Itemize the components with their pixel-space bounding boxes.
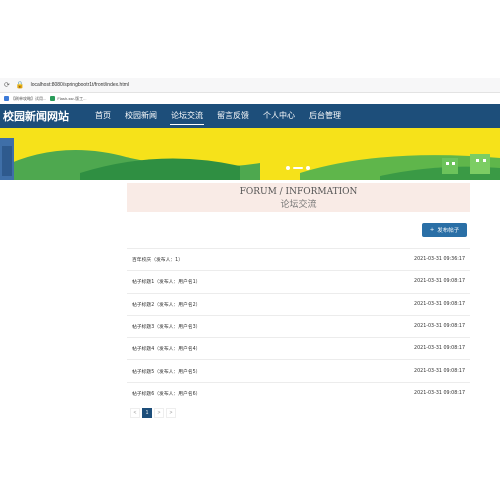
nav-item-profile[interactable]: 个人中心 [256, 104, 302, 128]
pagination: < 1 > > [130, 408, 176, 418]
browser-chrome: ⟳ 🔒 localhost:8080/springbootr1t/front/i… [0, 78, 500, 104]
post-row[interactable]: 百年校庆（发布人：1） 2021-03-31 09:36:17 [127, 248, 470, 270]
page-title-box: FORUM / INFORMATION 论坛交流 [127, 183, 470, 212]
page-number-button[interactable]: 1 [142, 408, 152, 418]
publish-post-label: 发布帖子 [437, 228, 460, 234]
bookmarks-bar: 【刷单攻略】试用... Flash-ssr-版工... [0, 93, 500, 104]
post-time: 2021-03-31 09:08:17 [414, 324, 465, 330]
post-row[interactable]: 帖子标题6（发布人：用户名6） 2021-03-31 09:08:17 [127, 381, 470, 404]
post-title[interactable]: 帖子标题6（发布人：用户名6） [132, 390, 200, 397]
post-list: 百年校庆（发布人：1） 2021-03-31 09:36:17 帖子标题1（发布人… [127, 248, 470, 404]
post-row[interactable]: 帖子标题4（发布人：用户名4） 2021-03-31 09:08:17 [127, 337, 470, 359]
next-page-button[interactable]: > [154, 408, 164, 418]
post-time: 2021-03-31 09:08:17 [414, 279, 465, 285]
nav-item-feedback[interactable]: 留言反馈 [210, 104, 256, 128]
page-title-cn: 论坛交流 [280, 200, 317, 210]
post-title[interactable]: 帖子标题2（发布人：用户名2） [132, 301, 200, 308]
post-title[interactable]: 百年校庆（发布人：1） [132, 256, 183, 263]
lock-icon: 🔒 [15, 82, 25, 89]
address-bar[interactable]: ⟳ 🔒 localhost:8080/springbootr1t/front/i… [0, 78, 500, 93]
post-row[interactable]: 帖子标题1（发布人：用户名1） 2021-03-31 09:08:17 [127, 270, 470, 292]
site-logo[interactable]: 校园新闻网站 [0, 108, 88, 124]
reload-icon[interactable]: ⟳ [4, 81, 10, 89]
banner-image [0, 128, 500, 180]
nav-item-home[interactable]: 首页 [88, 104, 118, 128]
post-time: 2021-03-31 09:08:17 [414, 368, 465, 374]
post-time: 2021-03-31 09:36:17 [414, 257, 465, 263]
last-page-button[interactable]: > [166, 408, 176, 418]
post-row[interactable]: 帖子标题3（发布人：用户名3） 2021-03-31 09:08:17 [127, 314, 470, 337]
prev-page-button[interactable]: < [130, 408, 140, 418]
post-row[interactable]: 帖子标题5（发布人：用户名5） 2021-03-31 09:08:17 [127, 359, 470, 381]
top-nav: 校园新闻网站 首页 校园新闻 论坛交流 留言反馈 个人中心 后台管理 [0, 104, 500, 128]
bookmark-icon [50, 96, 56, 101]
post-row[interactable]: 帖子标题2（发布人：用户名2） 2021-03-31 09:08:17 [127, 292, 470, 315]
plus-icon: + [429, 227, 435, 233]
url-text[interactable]: localhost:8080/springbootr1t/front/index… [31, 82, 129, 88]
publish-post-button[interactable]: + 发布帖子 [422, 223, 467, 237]
bookmark-item[interactable]: Flash-ssr-版工... [50, 96, 86, 102]
post-title[interactable]: 帖子标题4（发布人：用户名4） [132, 345, 200, 352]
post-time: 2021-03-31 09:08:17 [414, 301, 465, 307]
bookmark-item[interactable]: 【刷单攻略】试用... [4, 96, 46, 102]
page-title-en: FORUM / INFORMATION [239, 187, 358, 197]
nav-item-admin[interactable]: 后台管理 [302, 104, 348, 128]
post-time: 2021-03-31 09:08:17 [414, 346, 465, 352]
nav-item-news[interactable]: 校园新闻 [118, 104, 164, 128]
banner-illustration [0, 128, 500, 180]
post-time: 2021-03-31 09:08:17 [414, 390, 465, 396]
post-title[interactable]: 帖子标题5（发布人：用户名5） [132, 368, 200, 375]
nav-item-forum[interactable]: 论坛交流 [164, 104, 210, 128]
post-title[interactable]: 帖子标题3（发布人：用户名3） [132, 323, 200, 330]
post-title[interactable]: 帖子标题1（发布人：用户名1） [132, 278, 200, 285]
bookmark-icon [4, 96, 9, 101]
